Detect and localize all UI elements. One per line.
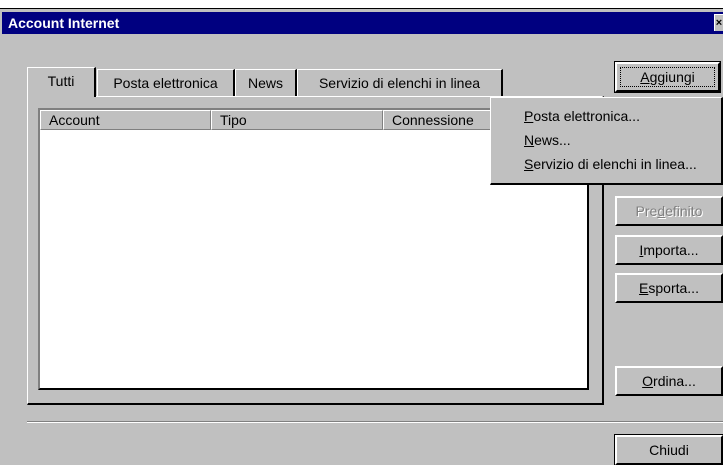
import-button[interactable]: Importa... — [615, 235, 723, 265]
mnemonic: P — [524, 108, 534, 124]
tab-servizio-elenchi[interactable]: Servizio di elenchi in linea — [297, 69, 503, 97]
mnemonic: d — [657, 203, 666, 219]
button-label: sporta... — [648, 280, 699, 296]
mnemonic: O — [642, 373, 654, 389]
order-button[interactable]: Ordina... — [615, 366, 723, 396]
button-label: mporta... — [643, 242, 699, 258]
tab-news[interactable]: News — [235, 69, 297, 97]
focus-rect — [620, 67, 715, 87]
button-label: Pre — [635, 203, 658, 219]
column-label: Tipo — [220, 112, 247, 128]
tab-label: Servizio di elenchi in linea — [318, 75, 481, 91]
button-label: rdina... — [653, 373, 696, 389]
tab-label: Posta elettronica — [113, 75, 218, 91]
set-default-button[interactable]: Predefinito — [615, 196, 723, 226]
add-account-menu: Posta elettronica... News... Servizio di… — [490, 97, 723, 185]
close-button[interactable]: Chiudi — [614, 434, 723, 465]
button-label: Chiudi — [649, 442, 689, 458]
column-header-account[interactable]: Account — [40, 110, 211, 130]
menu-item-posta-elettronica[interactable]: Posta elettronica... — [491, 104, 721, 128]
add-button[interactable]: Aggiungi — [614, 61, 721, 93]
account-internet-dialog: Account Internet × Tutti Posta elettroni… — [0, 8, 723, 465]
column-label: Account — [49, 112, 100, 128]
mnemonic: S — [524, 156, 534, 172]
menu-item-label: ervizio di elenchi in linea... — [533, 156, 697, 172]
button-label: efinito — [665, 203, 703, 219]
close-icon[interactable]: × — [714, 14, 723, 31]
separator — [27, 421, 723, 423]
title-bar[interactable]: Account Internet × — [2, 12, 723, 34]
tab-tutti[interactable]: Tutti — [27, 67, 96, 97]
window-title: Account Internet — [8, 15, 120, 31]
menu-item-label: ews... — [534, 132, 571, 148]
mnemonic: N — [524, 132, 535, 148]
export-button[interactable]: Esporta... — [615, 273, 723, 303]
tab-posta-elettronica[interactable]: Posta elettronica — [97, 69, 235, 97]
tab-label: News — [247, 75, 283, 91]
menu-item-news[interactable]: News... — [491, 128, 721, 152]
column-header-tipo[interactable]: Tipo — [211, 110, 383, 130]
menu-item-label: osta elettronica... — [533, 108, 640, 124]
column-label: Connessione — [392, 112, 474, 128]
menu-item-servizio-elenchi[interactable]: Servizio di elenchi in linea... — [491, 152, 721, 176]
tab-label: Tutti — [47, 73, 75, 89]
mnemonic: E — [639, 280, 649, 296]
